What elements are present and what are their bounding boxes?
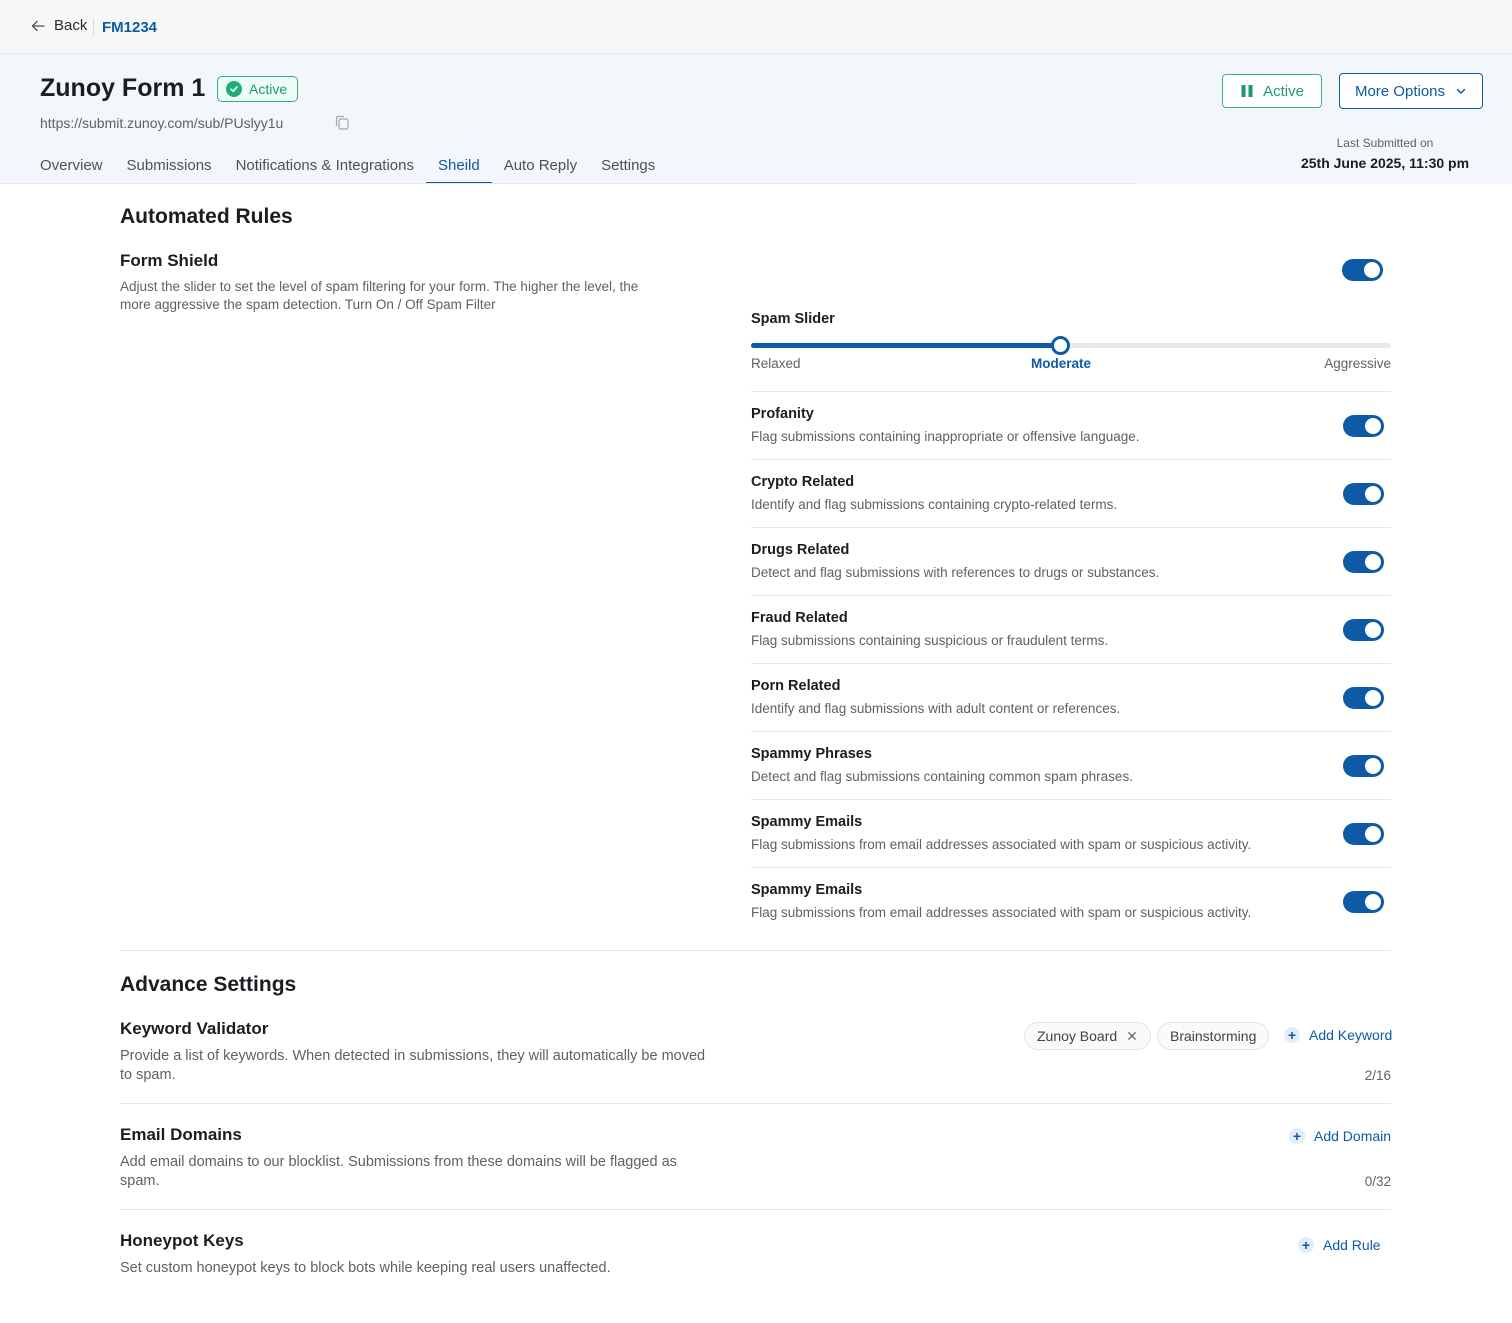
keyword-chip-label: Brainstorming — [1170, 1028, 1257, 1044]
rule-drugs: Drugs Related Detect and flag submission… — [751, 527, 1391, 595]
back-label: Back — [54, 17, 88, 34]
rule-description: Flag submissions containing inappropriat… — [751, 429, 1140, 444]
form-header: Zunoy Form 1 Active https://submit.zunoy… — [0, 54, 1512, 184]
rule-spammy-phrases: Spammy Phrases Detect and flag submissio… — [751, 731, 1391, 799]
add-domain-label: Add Domain — [1314, 1128, 1392, 1144]
keyword-count: 2/16 — [1364, 1068, 1391, 1083]
last-submitted-value: 25th June 2025, 11:30 pm — [1300, 155, 1470, 171]
rule-profanity: Profanity Flag submissions containing in… — [751, 391, 1391, 459]
rule-toggle-fraud[interactable] — [1343, 619, 1384, 641]
rule-toggle-profanity[interactable] — [1343, 415, 1384, 437]
status-badge: Active — [217, 76, 299, 102]
rule-spammy-emails-2: Spammy Emails Flag submissions from emai… — [751, 867, 1391, 935]
more-options-label: More Options — [1354, 82, 1446, 100]
spam-slider-fill — [751, 343, 1069, 348]
rule-fraud: Fraud Related Flag submissions containin… — [751, 595, 1391, 663]
more-options-button[interactable]: More Options — [1339, 73, 1483, 109]
rule-description: Detect and flag submissions containing c… — [751, 769, 1133, 784]
form-shield-description: Adjust the slider to set the level of sp… — [120, 279, 639, 312]
chevron-down-icon — [1456, 88, 1466, 94]
tab-submissions[interactable]: Submissions — [115, 156, 224, 184]
rule-porn: Porn Related Identify and flag submissio… — [751, 663, 1391, 731]
rule-title: Profanity — [751, 406, 814, 422]
tab-overview[interactable]: Overview — [40, 156, 115, 184]
advance-settings-heading: Advance Settings — [120, 973, 297, 996]
keyword-validator-description: Provide a list of keywords. When detecte… — [120, 1048, 706, 1083]
rule-title: Fraud Related — [751, 610, 848, 626]
spam-slider-track[interactable] — [751, 336, 1391, 355]
rule-toggle-crypto[interactable] — [1343, 483, 1384, 505]
rule-description: Flag submissions from email addresses as… — [751, 837, 1252, 852]
keyword-validator-title: Keyword Validator — [120, 1019, 269, 1038]
check-circle-icon — [226, 81, 242, 97]
page-title: Zunoy Form 1 — [40, 74, 206, 102]
slider-label-moderate: Moderate — [1031, 356, 1092, 371]
form-shield-toggle[interactable] — [1342, 259, 1383, 281]
rule-title: Spammy Phrases — [751, 746, 872, 762]
plus-icon: + — [1284, 1027, 1300, 1043]
active-button-label: Active — [1263, 82, 1304, 100]
rule-toggle-spammy-phrases[interactable] — [1343, 755, 1384, 777]
add-rule-button[interactable]: + Add Rule — [1298, 1237, 1381, 1253]
spam-slider-handle[interactable] — [1051, 336, 1070, 355]
rule-title: Porn Related — [751, 678, 841, 694]
form-url: https://submit.zunoy.com/sub/PUslyy1u — [40, 115, 284, 131]
tab-notifications-integrations[interactable]: Notifications & Integrations — [224, 156, 426, 184]
top-bar: Back FM1234 — [0, 0, 1512, 54]
tab-shield[interactable]: Sheild — [426, 156, 492, 184]
rule-description: Identify and flag submissions with adult… — [751, 701, 1121, 716]
honeypot-keys-title: Honeypot Keys — [120, 1231, 244, 1250]
tab-bar: Overview Submissions Notifications & Int… — [40, 156, 667, 184]
form-id-link[interactable]: FM1234 — [102, 19, 157, 36]
add-domain-button[interactable]: + Add Domain — [1289, 1128, 1391, 1144]
rule-title: Spammy Emails — [751, 882, 863, 898]
status-badge-label: Active — [249, 81, 288, 97]
email-domains-description: Add email domains to our blocklist. Subm… — [120, 1154, 677, 1189]
plus-icon: + — [1298, 1237, 1314, 1253]
slider-label-relaxed: Relaxed — [751, 356, 801, 371]
rule-title: Drugs Related — [751, 542, 850, 558]
email-domains-title: Email Domains — [120, 1125, 242, 1144]
honeypot-keys-description: Set custom honeypot keys to block bots w… — [120, 1260, 611, 1276]
add-keyword-label: Add Keyword — [1309, 1027, 1393, 1043]
automated-rules-heading: Automated Rules — [120, 205, 293, 228]
pause-icon — [1241, 85, 1253, 97]
rule-description: Flag submissions containing suspicious o… — [751, 633, 1109, 648]
arrow-left-icon — [31, 20, 45, 31]
section-divider — [120, 950, 1391, 951]
last-submitted-label: Last Submitted on — [1336, 136, 1434, 150]
tab-settings[interactable]: Settings — [589, 156, 667, 184]
keyword-chip: Brainstorming — [1157, 1022, 1270, 1050]
domain-count: 0/32 — [1364, 1174, 1391, 1189]
section-divider — [120, 1103, 1391, 1104]
rule-title: Crypto Related — [751, 474, 855, 490]
add-keyword-button[interactable]: + Add Keyword — [1284, 1027, 1392, 1043]
tab-auto-reply[interactable]: Auto Reply — [492, 156, 589, 184]
rule-description: Detect and flag submissions with referen… — [751, 565, 1160, 580]
rule-toggle-drugs[interactable] — [1343, 551, 1384, 573]
rule-spammy-emails: Spammy Emails Flag submissions from emai… — [751, 799, 1391, 867]
rule-title: Spammy Emails — [751, 814, 863, 830]
section-divider — [120, 1209, 1391, 1210]
slider-label-aggressive: Aggressive — [1324, 356, 1391, 371]
plus-icon: + — [1289, 1128, 1305, 1144]
keyword-chip: Zunoy Board ✕ — [1024, 1022, 1151, 1050]
rule-toggle-spammy-emails[interactable] — [1343, 823, 1384, 845]
rule-description: Flag submissions from email addresses as… — [751, 905, 1252, 920]
keyword-chip-label: Zunoy Board — [1037, 1028, 1118, 1044]
active-toggle-button[interactable]: Active — [1222, 74, 1322, 108]
rule-toggle-spammy-emails-2[interactable] — [1343, 891, 1384, 913]
rule-crypto: Crypto Related Identify and flag submiss… — [751, 459, 1391, 527]
breadcrumb-divider — [93, 18, 94, 36]
add-rule-label: Add Rule — [1323, 1237, 1381, 1253]
tab-divider — [0, 183, 1136, 184]
rule-description: Identify and flag submissions containing… — [751, 497, 1118, 512]
copy-icon[interactable] — [333, 114, 351, 132]
back-button[interactable]: Back — [30, 17, 87, 34]
spam-slider-title: Spam Slider — [751, 311, 835, 327]
rule-toggle-porn[interactable] — [1343, 687, 1384, 709]
close-icon[interactable]: ✕ — [1126, 1028, 1138, 1045]
form-shield-title: Form Shield — [120, 251, 219, 270]
